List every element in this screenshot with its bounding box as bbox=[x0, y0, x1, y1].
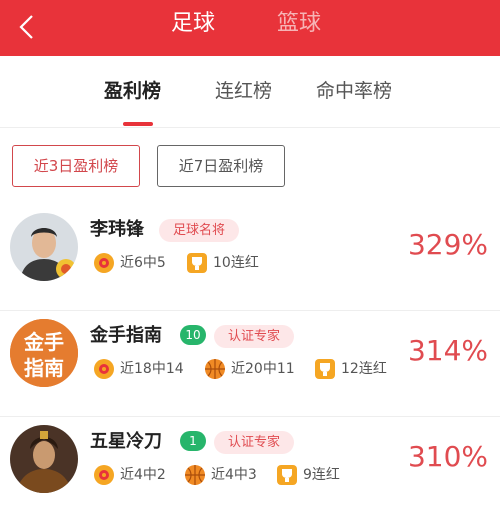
avatar bbox=[10, 213, 78, 281]
basketball-icon bbox=[205, 359, 225, 379]
tab-basketball[interactable]: 篮球 bbox=[277, 9, 321, 39]
expert-name: 五星冷刀 bbox=[90, 431, 162, 452]
win-streak: 12连红 bbox=[341, 361, 387, 377]
title-badge: 认证专家 bbox=[214, 325, 295, 348]
active-tab-indicator bbox=[123, 122, 153, 126]
recent-record: 近6中5 bbox=[120, 255, 166, 271]
title-badge: 足球名将 bbox=[159, 219, 240, 242]
profit-rate: 314% bbox=[407, 334, 488, 367]
level-badge: 10 bbox=[180, 325, 206, 345]
win-streak: 9连红 bbox=[303, 467, 340, 483]
trophy-icon bbox=[187, 253, 207, 273]
basketball-record: 近4中3 bbox=[211, 467, 257, 483]
tab-hitrate-ranking[interactable]: 命中率榜 bbox=[316, 78, 392, 104]
back-icon[interactable] bbox=[14, 12, 42, 42]
expert-row[interactable]: 五星冷刀 1 认证专家 近4中2 近4中3 9连红 310% bbox=[0, 417, 500, 523]
trophy-icon bbox=[315, 359, 335, 379]
football-record: 近4中2 bbox=[120, 467, 166, 483]
expert-row[interactable]: 金手 指南 金手指南 10 认证专家 近18中14 近20中11 12连红 31… bbox=[0, 311, 500, 417]
filter-7day-button[interactable]: 近7日盈利榜 bbox=[157, 145, 285, 187]
football-icon bbox=[94, 359, 114, 379]
basketball-icon bbox=[185, 465, 205, 485]
avatar: 金手 指南 bbox=[10, 319, 78, 387]
avatar bbox=[10, 425, 78, 493]
top-bar: 足球 篮球 bbox=[0, 0, 500, 56]
football-record: 近18中14 bbox=[120, 361, 184, 377]
level-badge: 1 bbox=[180, 431, 206, 451]
expert-name: 李玮锋 bbox=[90, 219, 144, 240]
basketball-record: 近20中11 bbox=[231, 361, 295, 377]
expert-row[interactable]: 李玮锋 足球名将 近6中5 10连红 329% bbox=[0, 205, 500, 311]
title-badge: 认证专家 bbox=[214, 431, 295, 454]
profit-rate: 329% bbox=[407, 228, 488, 261]
trophy-icon bbox=[277, 465, 297, 485]
tab-profit-ranking[interactable]: 盈利榜 bbox=[104, 78, 161, 104]
football-icon bbox=[94, 465, 114, 485]
football-icon bbox=[94, 253, 114, 273]
filter-3day-button[interactable]: 近3日盈利榜 bbox=[12, 145, 140, 187]
svg-text:金手: 金手 bbox=[23, 330, 64, 354]
profit-rate: 310% bbox=[407, 440, 488, 473]
ranking-tabs: 盈利榜 连红榜 命中率榜 bbox=[0, 56, 500, 128]
svg-text:指南: 指南 bbox=[24, 356, 64, 380]
expert-name: 金手指南 bbox=[90, 325, 162, 346]
tab-football[interactable]: 足球 bbox=[171, 9, 215, 39]
win-streak: 10连红 bbox=[213, 255, 259, 271]
tab-streak-ranking[interactable]: 连红榜 bbox=[215, 78, 272, 104]
